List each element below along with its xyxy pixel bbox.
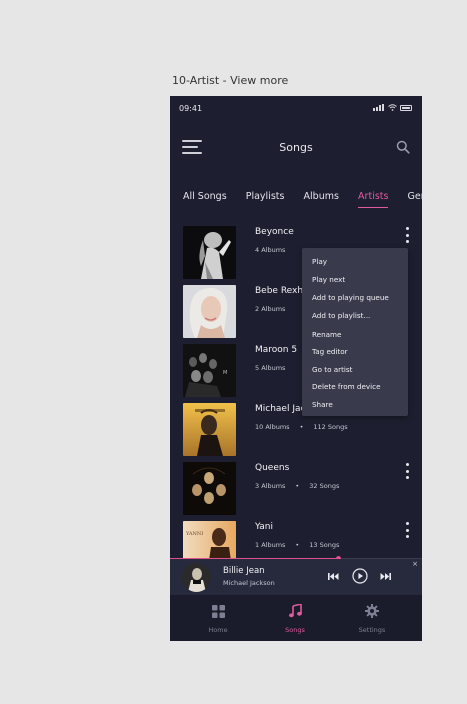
top-bar: Songs xyxy=(170,132,422,160)
now-playing-title: Billie Jean xyxy=(223,566,265,576)
grid-icon xyxy=(211,605,225,618)
menu-item-add-to-playlist[interactable]: Add to playlist... xyxy=(312,311,370,320)
artist-thumbnail xyxy=(183,226,236,279)
tab-artists[interactable]: Artists xyxy=(358,191,389,208)
artist-meta: 10 Albums • 112 Songs xyxy=(255,423,348,431)
menu-item-play-next[interactable]: Play next xyxy=(312,275,345,284)
menu-item-share[interactable]: Share xyxy=(312,400,333,409)
menu-item-rename[interactable]: Rename xyxy=(312,330,341,339)
context-menu: Play Play next Add to playing queue Add … xyxy=(302,248,408,416)
play-icon[interactable] xyxy=(352,568,368,584)
menu-item-tag-editor[interactable]: Tag editor xyxy=(312,347,348,356)
svg-text:YANNI: YANNI xyxy=(185,531,203,537)
tab-albums[interactable]: Albums xyxy=(304,191,339,206)
artist-meta: 4 Albums xyxy=(255,246,285,254)
status-icons xyxy=(373,104,412,111)
song-count: 32 Songs xyxy=(309,482,340,490)
tab-playlists[interactable]: Playlists xyxy=(246,191,285,206)
nav-home[interactable]: Home xyxy=(188,603,248,634)
menu-item-play[interactable]: Play xyxy=(312,257,327,266)
album-count: 3 Albums xyxy=(255,482,286,490)
search-icon[interactable] xyxy=(396,140,410,154)
album-count: 2 Albums xyxy=(255,305,286,313)
more-options-icon[interactable] xyxy=(404,522,410,538)
menu-item-add-to-queue[interactable]: Add to playing queue xyxy=(312,293,389,302)
tab-all-songs[interactable]: All Songs xyxy=(183,191,227,206)
music-note-icon xyxy=(288,602,302,618)
nav-label: Settings xyxy=(358,626,386,634)
tab-genre[interactable]: Genre xyxy=(408,191,422,206)
album-count: 4 Albums xyxy=(255,246,286,254)
album-count: 5 Albums xyxy=(255,364,286,372)
artist-name: Bebe Rexha xyxy=(255,286,309,296)
artist-meta: 5 Albums xyxy=(255,364,285,372)
artist-thumbnail xyxy=(183,285,236,338)
gear-icon xyxy=(365,604,379,618)
artist-thumbnail xyxy=(183,403,236,456)
artist-thumbnail xyxy=(183,462,236,515)
category-tabs: All Songs Playlists Albums Artists Genre xyxy=(183,184,422,208)
menu-item-delete[interactable]: Delete from device xyxy=(312,382,381,391)
nav-settings[interactable]: Settings xyxy=(342,603,402,634)
signal-icon xyxy=(373,104,385,111)
artist-meta: 1 Albums • 13 Songs xyxy=(255,541,340,549)
previous-track-icon[interactable] xyxy=(328,572,339,581)
menu-item-go-to-artist[interactable]: Go to artist xyxy=(312,365,353,374)
artist-meta: 2 Albums xyxy=(255,305,285,313)
frame-label: 10-Artist - View more xyxy=(172,74,289,87)
now-playing-artwork xyxy=(182,563,211,592)
artist-name: Beyonce xyxy=(255,227,294,237)
nav-label: Home xyxy=(208,626,228,634)
artist-meta: 3 Albums • 32 Songs xyxy=(255,482,340,490)
phone-screen: 09:41 Songs All Songs Playlists Albums A… xyxy=(170,96,422,641)
nav-label: Songs xyxy=(285,626,305,634)
artist-row-queens[interactable]: Queens 3 Albums • 32 Songs xyxy=(170,460,422,516)
svg-text:M: M xyxy=(223,370,227,376)
status-bar: 09:41 xyxy=(170,96,422,120)
album-count: 10 Albums xyxy=(255,423,290,431)
mini-player[interactable]: Billie Jean Michael Jackson × xyxy=(170,559,422,595)
battery-icon xyxy=(400,104,412,111)
artist-name: Queens xyxy=(255,463,290,473)
close-icon[interactable]: × xyxy=(412,560,418,568)
more-options-icon[interactable] xyxy=(404,463,410,479)
artist-name: Maroon 5 xyxy=(255,345,298,355)
bottom-navigation: Home Songs Settings xyxy=(170,595,422,641)
page-title: Songs xyxy=(279,141,313,154)
now-playing-artist: Michael Jackson xyxy=(223,579,275,587)
artist-thumbnail: M xyxy=(183,344,236,397)
wifi-icon xyxy=(388,104,397,111)
artist-name: Yani xyxy=(255,522,273,532)
next-track-icon[interactable] xyxy=(380,572,391,581)
nav-songs[interactable]: Songs xyxy=(265,602,325,634)
song-count: 112 Songs xyxy=(313,423,348,431)
status-time: 09:41 xyxy=(179,104,203,113)
more-options-icon[interactable] xyxy=(404,227,410,243)
song-count: 13 Songs xyxy=(309,541,340,549)
album-count: 1 Albums xyxy=(255,541,286,549)
